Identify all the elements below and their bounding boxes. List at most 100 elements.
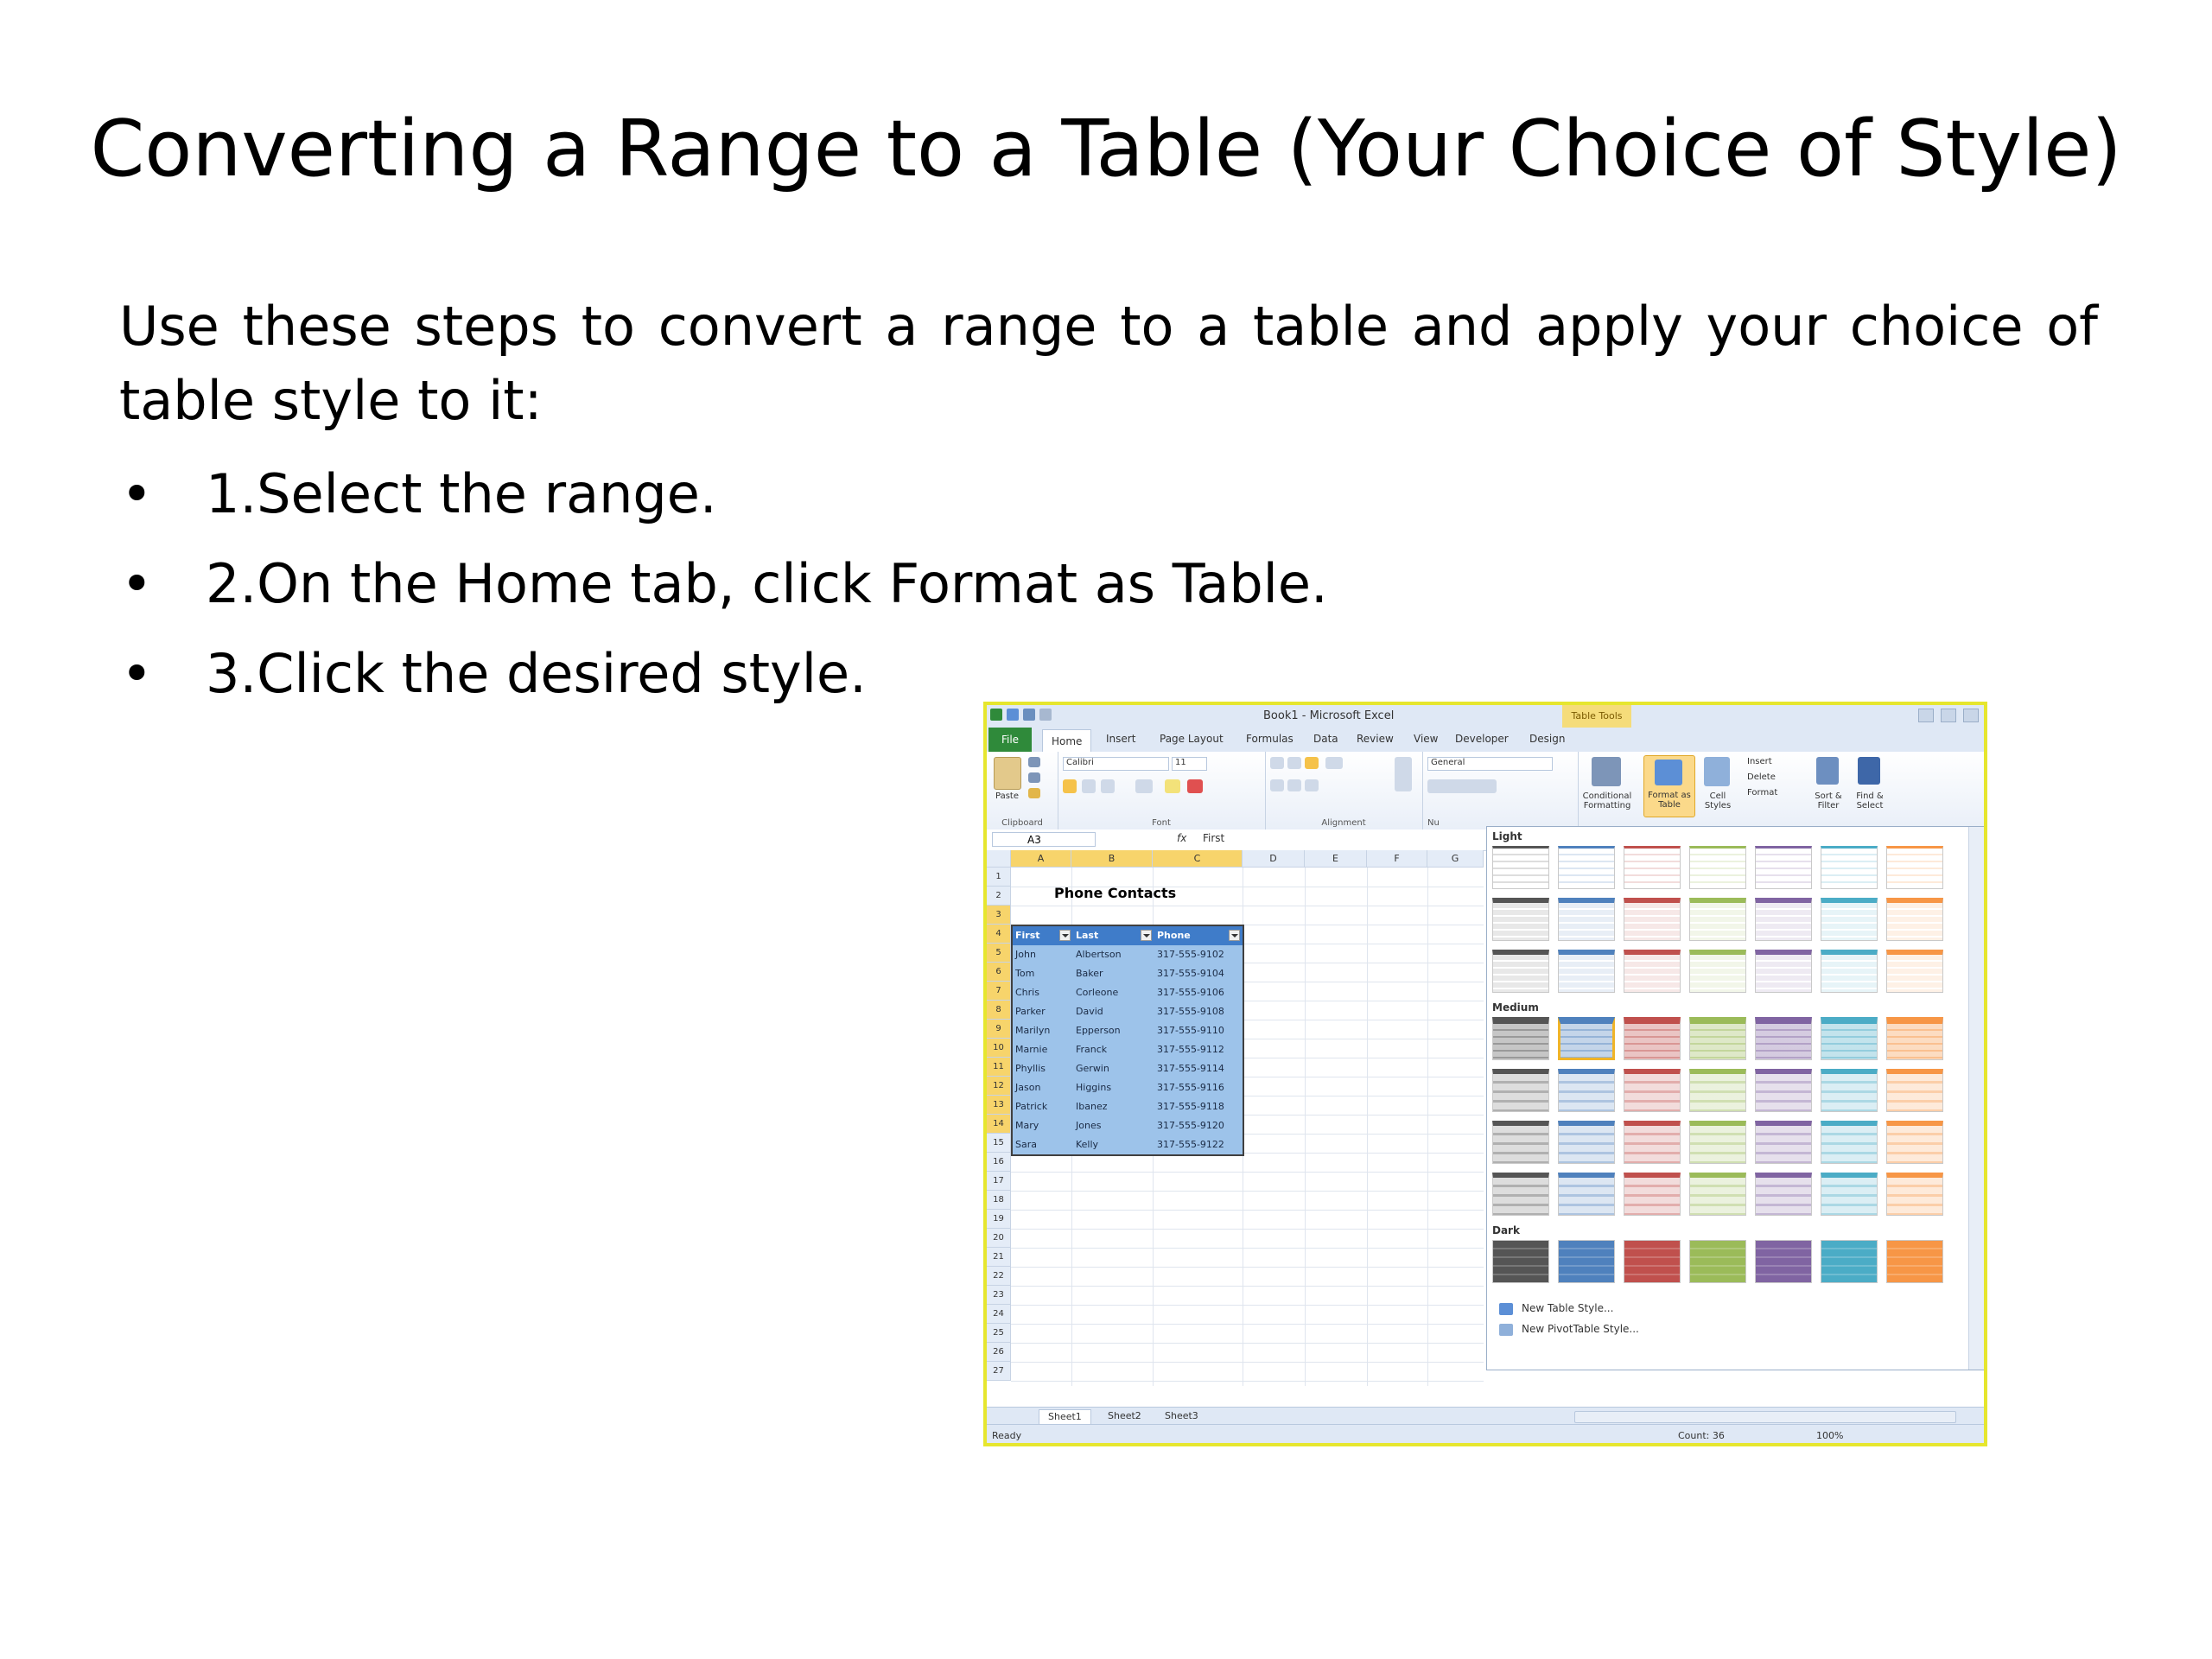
table-cell[interactable]: 317-555-9104 — [1154, 964, 1243, 983]
table-style-swatch[interactable] — [1558, 898, 1615, 941]
borders-icon[interactable] — [1135, 779, 1153, 793]
format-as-table-button[interactable]: Format as Table — [1643, 755, 1695, 817]
table-cell[interactable]: Sara — [1013, 1135, 1073, 1154]
table-style-swatch[interactable] — [1492, 1240, 1549, 1283]
table-cell[interactable]: 317-555-9122 — [1154, 1135, 1243, 1154]
tab-formulas[interactable]: Formulas — [1246, 733, 1294, 745]
table-style-swatch[interactable] — [1886, 1017, 1943, 1060]
align-right-icon[interactable] — [1305, 779, 1319, 791]
row-header[interactable]: 7 — [987, 982, 1011, 1001]
new-table-style-item[interactable]: New Table Style... — [1499, 1302, 1613, 1315]
column-header[interactable]: A — [1011, 850, 1071, 868]
table-cell[interactable]: 317-555-9110 — [1154, 1021, 1243, 1040]
row-header[interactable]: 22 — [987, 1267, 1011, 1286]
sort-filter-icon[interactable] — [1816, 757, 1839, 785]
row-header[interactable]: 19 — [987, 1210, 1011, 1229]
table-style-swatch[interactable] — [1624, 846, 1681, 889]
column-header[interactable]: F — [1367, 850, 1427, 868]
table-cell[interactable]: 317-555-9120 — [1154, 1116, 1243, 1135]
save-icon[interactable] — [1007, 709, 1019, 721]
table-style-swatch[interactable] — [1624, 1017, 1681, 1060]
find-select-icon[interactable] — [1858, 757, 1880, 785]
table-style-swatch[interactable] — [1624, 950, 1681, 993]
gallery-scrollbar[interactable] — [1968, 827, 1984, 1370]
italic-icon[interactable] — [1082, 779, 1096, 793]
table-cell[interactable]: 317-555-9116 — [1154, 1078, 1243, 1097]
table-style-swatch[interactable] — [1624, 1069, 1681, 1112]
tab-insert[interactable]: Insert — [1106, 733, 1135, 745]
table-cell[interactable]: Mary — [1013, 1116, 1073, 1135]
table-style-swatch[interactable] — [1558, 1121, 1615, 1164]
table-cell[interactable]: David — [1073, 1002, 1154, 1021]
row-header[interactable]: 5 — [987, 944, 1011, 963]
align-left-icon[interactable] — [1270, 779, 1284, 791]
table-style-swatch[interactable] — [1821, 1069, 1878, 1112]
underline-icon[interactable] — [1101, 779, 1115, 793]
table-cell[interactable]: 317-555-9112 — [1154, 1040, 1243, 1059]
font-size-select[interactable]: 11 — [1172, 757, 1207, 771]
table-style-swatch[interactable] — [1886, 846, 1943, 889]
select-all-corner[interactable] — [987, 850, 1011, 868]
align-center-icon[interactable] — [1287, 779, 1301, 791]
row-header[interactable]: 14 — [987, 1115, 1011, 1134]
align-bottom-icon[interactable] — [1305, 757, 1319, 769]
table-style-swatch[interactable] — [1755, 1240, 1812, 1283]
table-style-swatch[interactable] — [1558, 1240, 1615, 1283]
row-header[interactable]: 16 — [987, 1153, 1011, 1172]
table-style-swatch[interactable] — [1755, 950, 1812, 993]
cut-icon[interactable] — [1028, 757, 1040, 767]
column-header[interactable]: G — [1427, 850, 1484, 868]
row-header[interactable]: 2 — [987, 887, 1011, 906]
table-cell[interactable]: 317-555-9106 — [1154, 983, 1243, 1002]
tab-file[interactable]: File — [988, 728, 1032, 752]
column-header[interactable]: B — [1071, 850, 1153, 868]
table-style-swatch[interactable] — [1689, 1017, 1746, 1060]
table-style-swatch[interactable] — [1755, 1069, 1812, 1112]
cell-styles-button[interactable]: Cell Styles — [1700, 791, 1735, 810]
row-header[interactable]: 18 — [987, 1191, 1011, 1210]
tab-home[interactable]: Home — [1042, 729, 1092, 753]
table-style-swatch[interactable] — [1689, 898, 1746, 941]
table-style-swatch[interactable] — [1492, 1069, 1549, 1112]
bold-icon[interactable] — [1063, 779, 1077, 793]
table-cell[interactable]: Jones — [1073, 1116, 1154, 1135]
table-style-swatch[interactable] — [1558, 1069, 1615, 1112]
row-header[interactable]: 20 — [987, 1229, 1011, 1248]
table-cell[interactable]: 317-555-9108 — [1154, 1002, 1243, 1021]
filter-dropdown-icon[interactable] — [1229, 930, 1240, 941]
table-style-swatch[interactable] — [1886, 1173, 1943, 1216]
table-header-cell[interactable]: First — [1013, 926, 1073, 945]
format-cells-button[interactable]: Format — [1747, 788, 1777, 798]
find-select-button[interactable]: Find & Select — [1851, 791, 1889, 810]
column-header[interactable]: D — [1243, 850, 1305, 868]
tab-data[interactable]: Data — [1313, 733, 1338, 745]
name-box[interactable]: A3 — [992, 832, 1096, 847]
table-header-cell[interactable]: Last — [1073, 926, 1154, 945]
wrap-merge-icon[interactable] — [1395, 757, 1412, 791]
tab-review[interactable]: Review — [1357, 733, 1394, 745]
copy-icon[interactable] — [1028, 772, 1040, 783]
table-style-swatch[interactable] — [1558, 846, 1615, 889]
row-header[interactable]: 24 — [987, 1305, 1011, 1324]
format-painter-icon[interactable] — [1028, 788, 1040, 798]
table-cell[interactable]: Ibanez — [1073, 1097, 1154, 1116]
table-cell[interactable]: Jason — [1013, 1078, 1073, 1097]
fill-color-icon[interactable] — [1165, 779, 1180, 793]
row-header[interactable]: 21 — [987, 1248, 1011, 1267]
table-cell[interactable]: Kelly — [1073, 1135, 1154, 1154]
table-cell[interactable]: Phyllis — [1013, 1059, 1073, 1078]
orientation-icon[interactable] — [1325, 757, 1343, 769]
row-header[interactable]: 17 — [987, 1172, 1011, 1191]
table-cell[interactable]: Baker — [1073, 964, 1154, 983]
table-style-swatch[interactable] — [1755, 1017, 1812, 1060]
table-style-swatch[interactable] — [1492, 950, 1549, 993]
table-style-swatch[interactable] — [1821, 1173, 1878, 1216]
table-style-swatch[interactable] — [1624, 898, 1681, 941]
tab-page-layout[interactable]: Page Layout — [1160, 733, 1224, 745]
sheet-tab[interactable]: Sheet3 — [1156, 1409, 1207, 1423]
table-style-swatch[interactable] — [1558, 1017, 1615, 1060]
column-header[interactable]: C — [1153, 850, 1243, 868]
undo-icon[interactable] — [1023, 709, 1035, 721]
table-cell[interactable]: Marnie — [1013, 1040, 1073, 1059]
table-style-swatch[interactable] — [1821, 1017, 1878, 1060]
